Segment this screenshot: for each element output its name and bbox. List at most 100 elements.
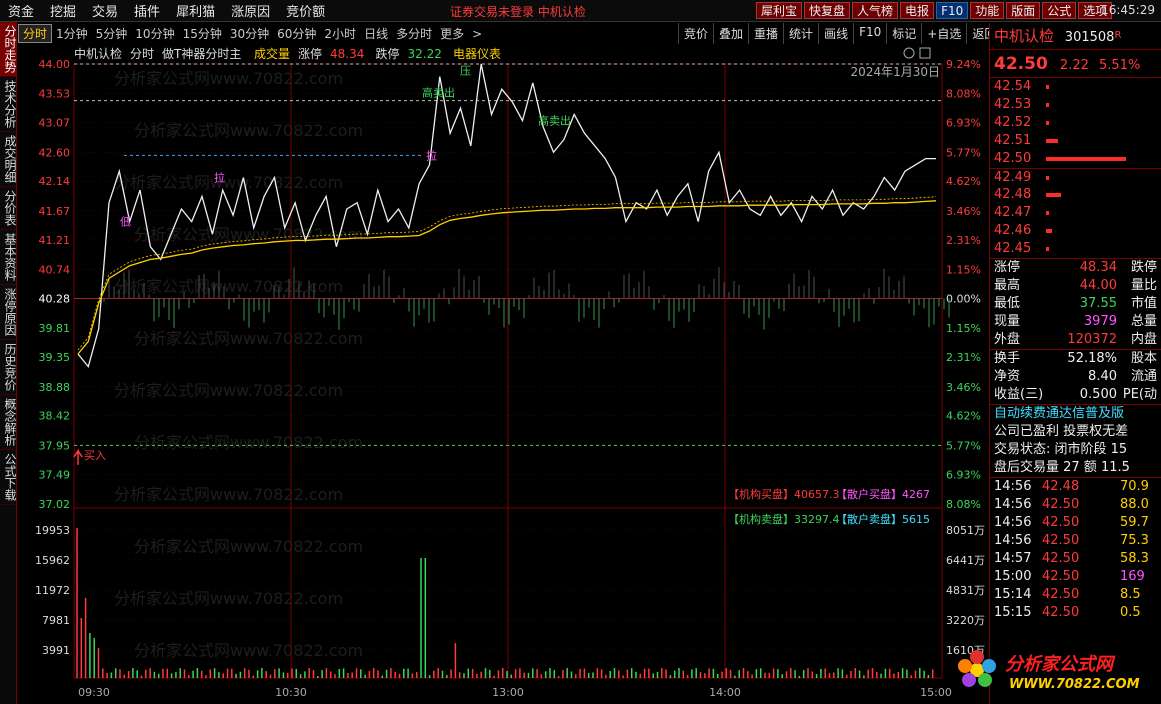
stat-right-label: 跌停 xyxy=(1130,260,1157,275)
info-note-text: 自动续费通达信普及版 xyxy=(994,406,1125,421)
stat-row: 外盘 120372 内盘 xyxy=(990,331,1161,349)
mark-button[interactable]: 标记 xyxy=(886,23,921,44)
tab-technical[interactable]: 技术分析 xyxy=(0,77,17,132)
ask-row: 42.52 xyxy=(990,114,1161,132)
pct-tick-label: 6.93% xyxy=(946,468,981,481)
tick-row: 15:15 42.50 0.5 xyxy=(990,604,1161,622)
auction-toggle-button[interactable]: 竞价 xyxy=(678,23,713,44)
stat2-right-label: 股本 xyxy=(1130,351,1157,366)
tick-volume: 70.9 xyxy=(1120,479,1149,494)
stat2-right-label: 流通 xyxy=(1130,369,1157,384)
menu-item-funds[interactable]: 资金 xyxy=(0,1,42,20)
menu-item-auction[interactable]: 竞价额 xyxy=(278,1,333,20)
draw-line-button[interactable]: 画线 xyxy=(818,23,853,44)
f10-chart-button[interactable]: F10 xyxy=(853,23,886,44)
tab-limit-reason[interactable]: 涨停原因 xyxy=(0,285,17,340)
period-more[interactable]: 更多 xyxy=(436,25,468,42)
popularity-button[interactable]: 人气榜 xyxy=(852,2,899,19)
tick-row: 14:56 42.50 59.7 xyxy=(990,514,1161,532)
stat-value: 120372 xyxy=(1067,332,1117,347)
stat2-label: 净资 xyxy=(994,369,1021,384)
period-1min[interactable]: 1分钟 xyxy=(52,25,92,42)
add-watchlist-button[interactable]: +自选 xyxy=(921,23,966,44)
period-60min[interactable]: 60分钟 xyxy=(273,25,320,42)
stat-row: 最低 37.55 市值 xyxy=(990,295,1161,313)
tick-time: 14:56 xyxy=(994,479,1032,494)
period-15min[interactable]: 15分钟 xyxy=(179,25,226,42)
stat-row: 最高 44.00 量比 xyxy=(990,277,1161,295)
ask-price: 42.53 xyxy=(994,97,1032,112)
tab-concepts[interactable]: 概念解析 xyxy=(0,395,17,450)
chart-header-name: 中机认检 xyxy=(74,46,122,61)
period-5min[interactable]: 5分钟 xyxy=(92,25,132,42)
chevron-right-icon[interactable]: > xyxy=(468,27,486,41)
formula-button[interactable]: 公式 xyxy=(1042,2,1077,19)
stat2-value: 8.40 xyxy=(1088,369,1117,384)
menu-item-mining[interactable]: 挖掘 xyxy=(42,1,84,20)
xilibao-button[interactable]: 犀利宝 xyxy=(756,2,803,19)
menu-bar: 资金 挖掘 交易 插件 犀利猫 涨原因 竞价额 证券交易未登录 中机认检 犀利宝… xyxy=(0,0,1161,22)
tab-formula-download[interactable]: 公式下载 xyxy=(0,450,17,505)
menu-item-reasons[interactable]: 涨原因 xyxy=(223,1,278,20)
stat-row: 涨停 48.34 跌停 xyxy=(990,259,1161,277)
annotation-low: 低 xyxy=(120,216,131,229)
period-intraday[interactable]: 分时 xyxy=(18,24,53,43)
info-note: 交易状态: 闭市阶段 15 xyxy=(990,441,1161,459)
ask-row: 42.54 xyxy=(990,78,1161,96)
top-button-group: 犀利宝 快复盘 人气榜 电报 F10 功能 版面 公式 选项 xyxy=(756,2,1113,19)
period-10min[interactable]: 10分钟 xyxy=(131,25,178,42)
tick-time: 14:56 xyxy=(994,515,1032,530)
chart-svg[interactable]: 中机认检 分时 做T神器分时主 成交量 涨停 48.34 跌停 32.22 电器仪表 2024年1… xyxy=(18,44,988,704)
statistics-button[interactable]: 统计 xyxy=(783,23,818,44)
overlay-button[interactable]: 叠加 xyxy=(713,23,748,44)
bid-row: 42.46 xyxy=(990,222,1161,240)
chart-header-limit-up-label: 涨停 xyxy=(298,46,322,61)
bid-volume-bar xyxy=(1046,229,1052,233)
intraday-chart[interactable]: 中机认检 分时 做T神器分时主 成交量 涨停 48.34 跌停 32.22 电器仪表 2024年1… xyxy=(18,44,988,704)
bid-price: 42.49 xyxy=(994,170,1032,185)
layout-button[interactable]: 版面 xyxy=(1006,2,1041,19)
tick-row: 14:56 42.48 70.9 xyxy=(990,478,1161,496)
watermark-text: 分析家公式网www.70822.com xyxy=(134,433,363,452)
watermark-text: 分析家公式网www.70822.com xyxy=(134,641,363,660)
tick-row: 14:56 42.50 75.3 xyxy=(990,532,1161,550)
tick-time: 14:56 xyxy=(994,533,1032,548)
menu-item-trade[interactable]: 交易 xyxy=(84,1,126,20)
tab-trade-details[interactable]: 成交明细 xyxy=(0,132,17,187)
menu-item-xilimao[interactable]: 犀利猫 xyxy=(168,1,223,20)
period-multi[interactable]: 多分时 xyxy=(392,25,436,42)
stat-right-label: 内盘 xyxy=(1130,332,1157,347)
period-2h[interactable]: 2小时 xyxy=(320,25,360,42)
volume-amount-label: 8051万 xyxy=(946,524,985,537)
telegraph-button[interactable]: 电报 xyxy=(900,2,935,19)
bid-volume-bar xyxy=(1046,176,1049,180)
tick-volume: 88.0 xyxy=(1120,497,1149,512)
tab-price-table[interactable]: 分价表 xyxy=(0,187,17,230)
stat2-right-label: PE(动 xyxy=(1122,387,1157,402)
tick-time: 15:14 xyxy=(994,587,1032,602)
function-button[interactable]: 功能 xyxy=(970,2,1005,19)
replay-button[interactable]: 重播 xyxy=(748,23,783,44)
tab-fundamentals[interactable]: 基本资料 xyxy=(0,230,17,285)
pct-tick-label: 4.62% xyxy=(946,175,981,188)
menu-item-plugins[interactable]: 插件 xyxy=(126,1,168,20)
volume-tick-label: 19953 xyxy=(35,524,70,537)
last-price: 42.50 xyxy=(994,54,1048,74)
price-tick-label: 38.42 xyxy=(39,410,71,423)
tab-intraday[interactable]: 分时走势 xyxy=(0,22,17,77)
stat-right-label: 量比 xyxy=(1130,278,1157,293)
tab-auction-history[interactable]: 历史竞价 xyxy=(0,340,17,395)
annotation-sell: 高卖出 xyxy=(422,85,455,99)
average-price-line-upper xyxy=(77,196,937,351)
f10-button[interactable]: F10 xyxy=(936,2,969,19)
pct-tick-label: 8.08% xyxy=(946,88,981,101)
tick-row: 14:57 42.50 58.3 xyxy=(990,550,1161,568)
period-daily[interactable]: 日线 xyxy=(360,25,392,42)
quick-review-button[interactable]: 快复盘 xyxy=(804,2,851,19)
stat2-row: 换手 52.18% 股本 xyxy=(990,350,1161,368)
maximize-icon[interactable] xyxy=(919,47,931,59)
info-note-text: 交易状态: 闭市阶段 15 xyxy=(994,442,1128,457)
settings-icon[interactable] xyxy=(903,47,915,59)
period-30min[interactable]: 30分钟 xyxy=(226,25,273,42)
volume-tick-label: 15962 xyxy=(35,554,70,567)
